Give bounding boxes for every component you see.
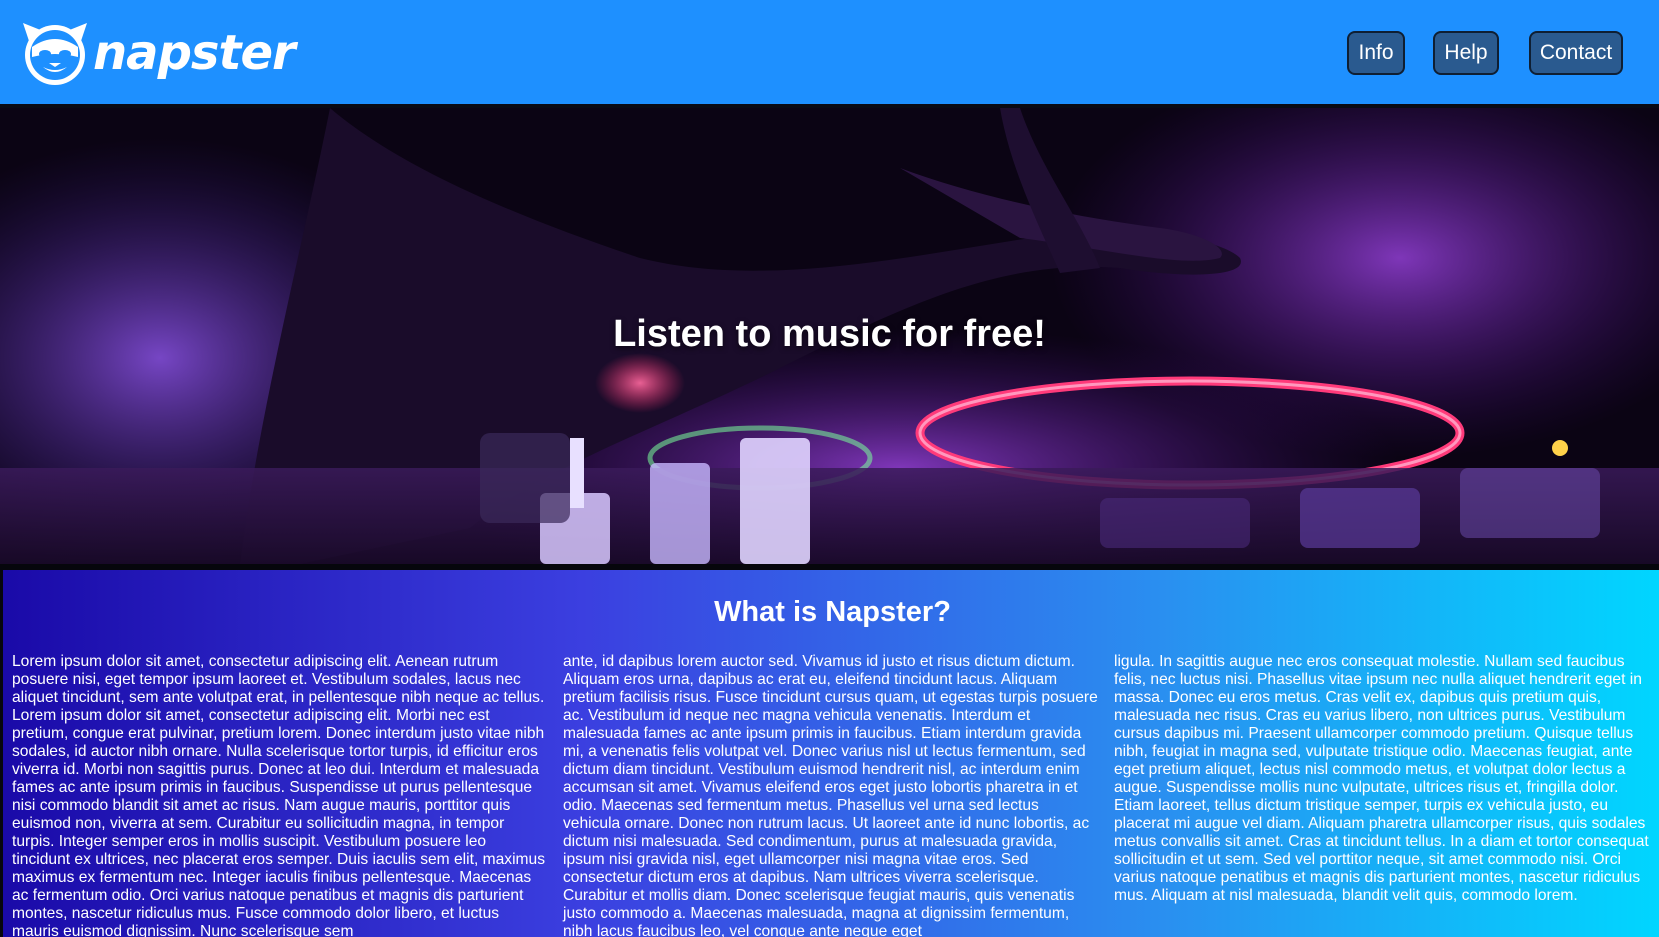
nav-contact-button[interactable]: Contact [1529,31,1623,75]
hero-banner: Listen to music for free! [0,108,1659,564]
about-text-column-3: ligula. In sagittis augue nec eros conse… [1114,653,1649,904]
about-text-column-2: ante, id dapibus lorem auctor sed. Vivam… [563,653,1098,937]
hero-title: Listen to music for free! [613,313,1046,355]
napster-cat-icon [23,23,87,85]
logo-wordmark: napster [93,25,296,81]
nav-info-button[interactable]: Info [1347,31,1405,75]
about-section: What is Napster? Lorem ipsum dolor sit a… [0,570,1659,937]
nav-help-button[interactable]: Help [1433,31,1499,75]
about-text-column-1: Lorem ipsum dolor sit amet, consectetur … [12,653,545,937]
napster-logo[interactable]: napster [19,17,296,89]
site-header: napster Info Help Contact [0,0,1659,108]
about-title: What is Napster? [714,596,951,628]
